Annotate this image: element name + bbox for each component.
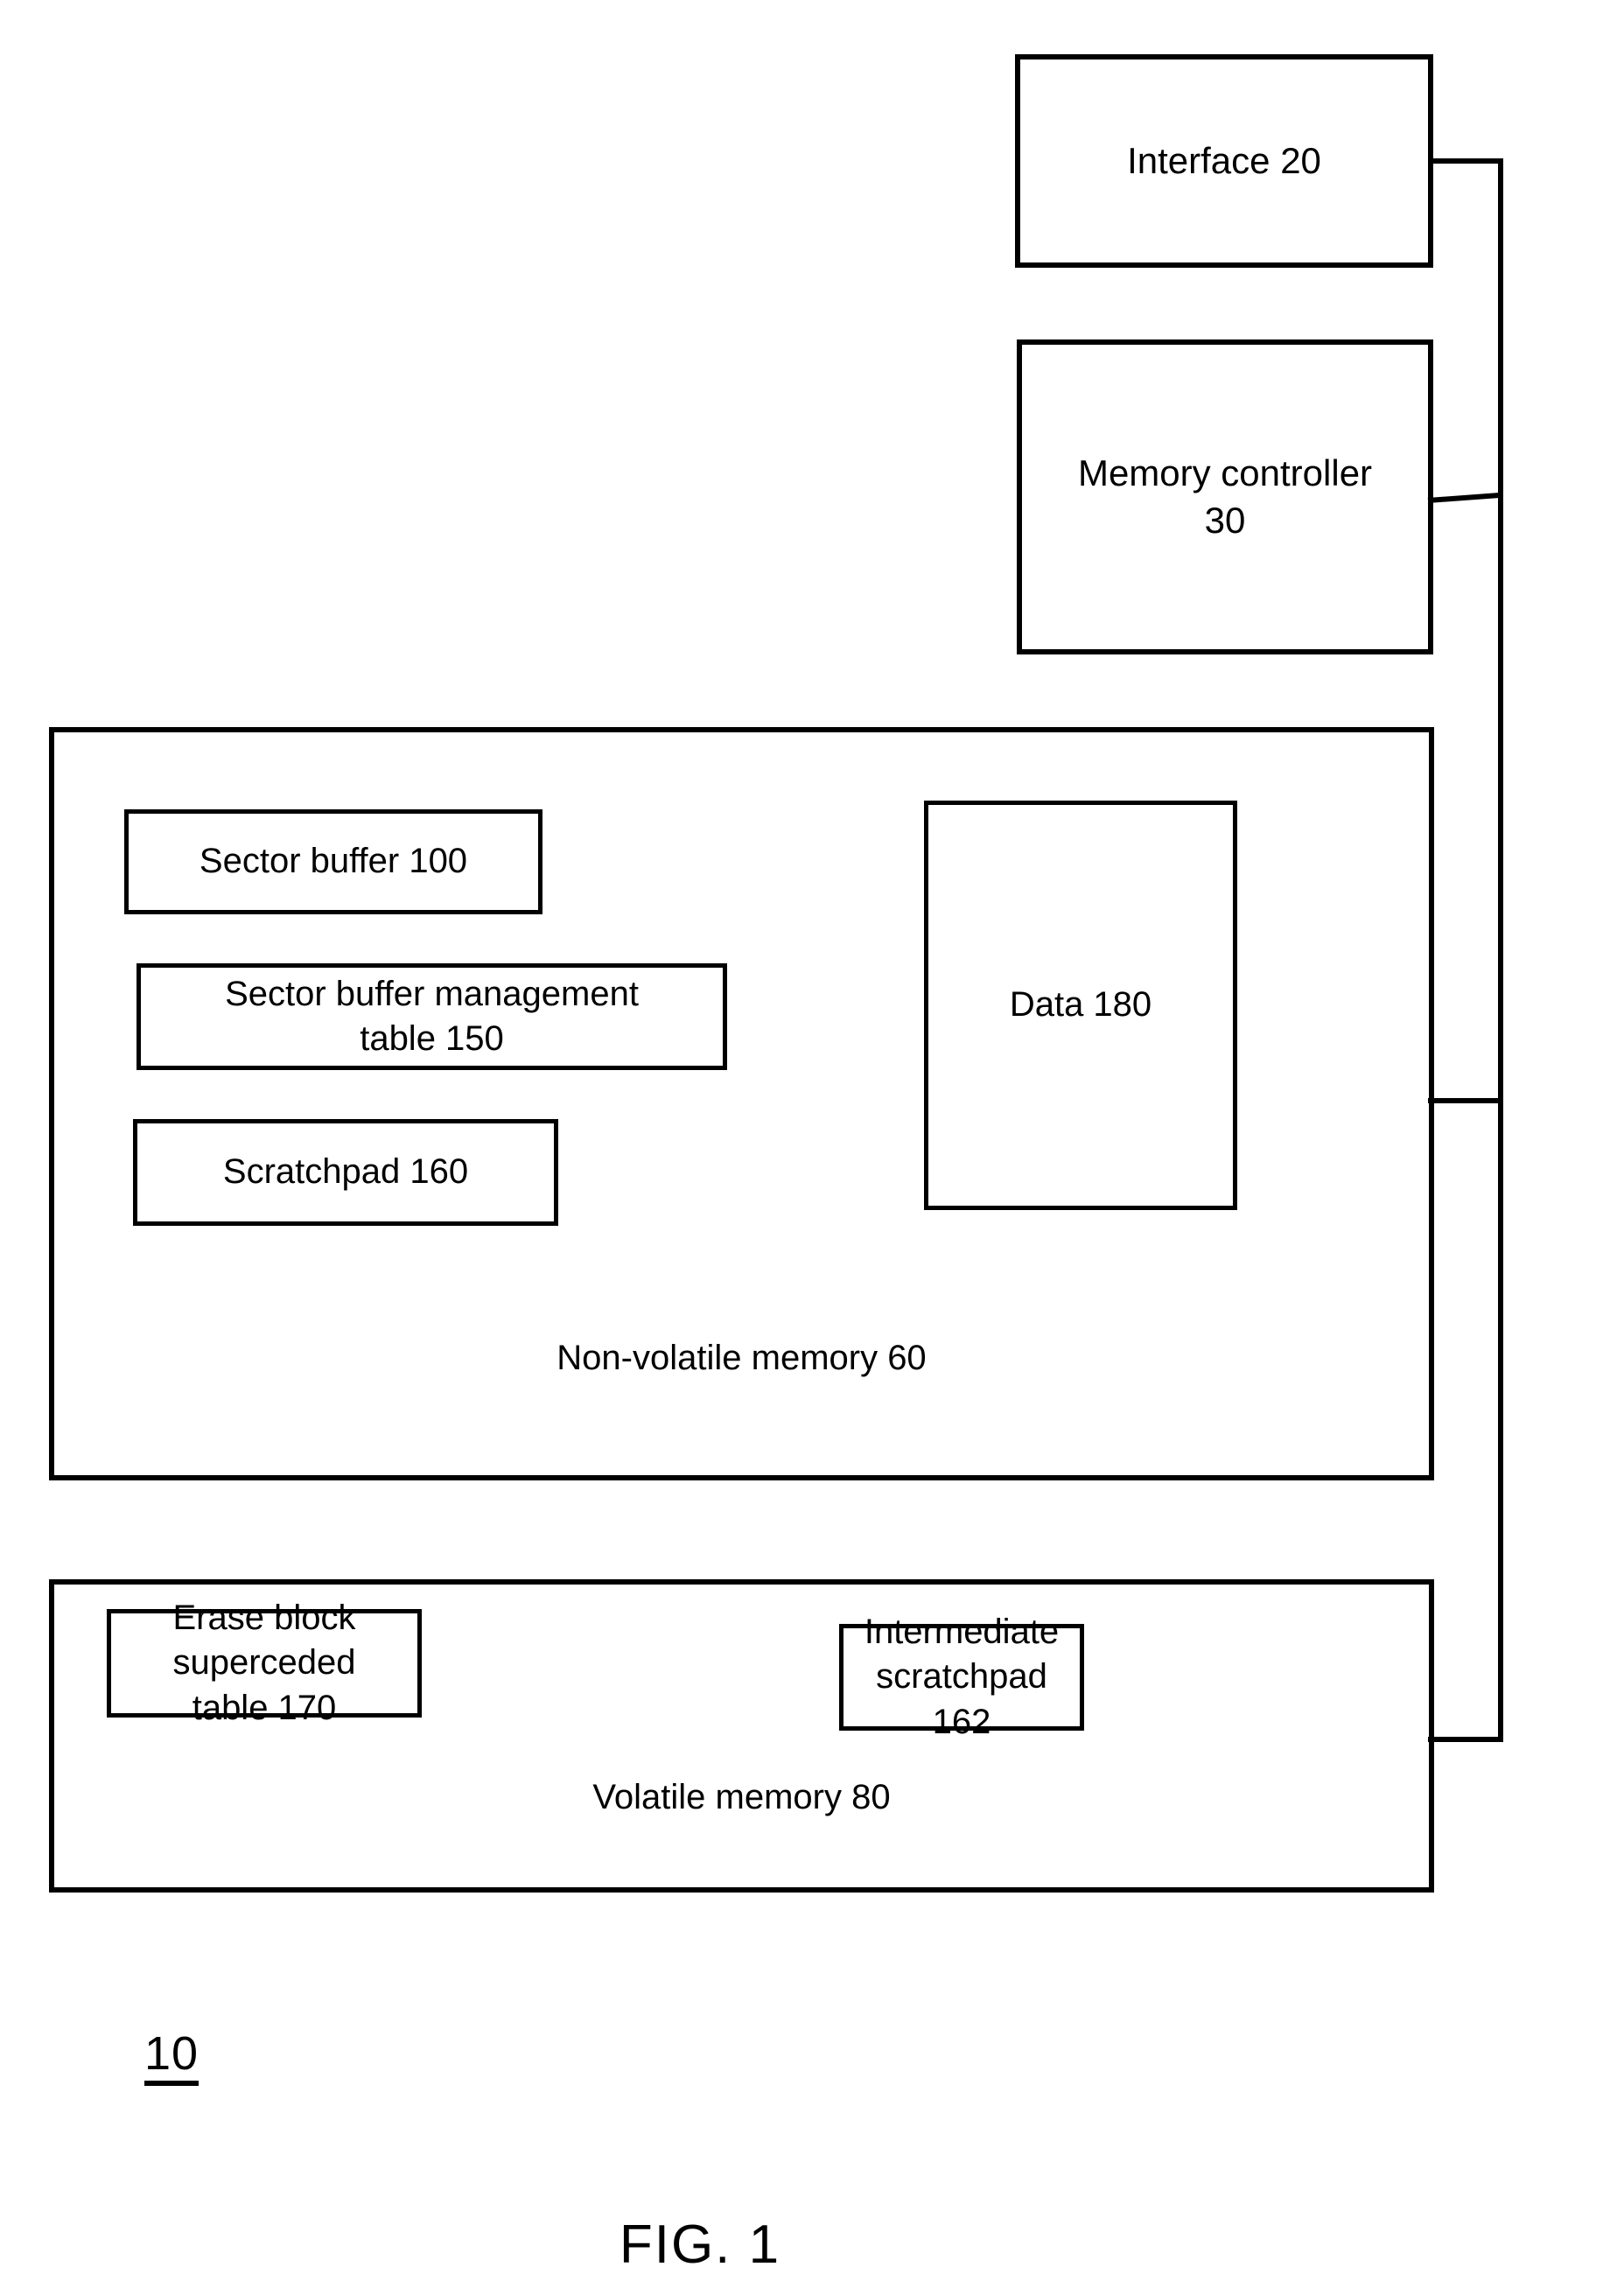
scratchpad-block-label: Scratchpad 160	[222, 1152, 469, 1192]
main-bus-line	[1498, 158, 1503, 1742]
interface-block-label: Interface 20	[1127, 140, 1321, 182]
volatile-memory-block-label: Volatile memory 80	[592, 1778, 891, 1816]
erase-block-superceded-table-block-label: Erase block superceded table 170	[172, 1599, 356, 1727]
non-volatile-memory-block-label: Non-volatile memory 60	[556, 1339, 927, 1377]
connector-volatile-memory-to-bus	[1428, 1737, 1503, 1742]
intermediate-scratchpad-block: Intermediate scratchpad 162	[839, 1613, 1084, 1741]
intermediate-scratchpad-block-label: Intermediate scratchpad 162	[864, 1613, 1060, 1741]
non-volatile-memory-block: Sector buffer 100 Sector buffer manageme…	[49, 727, 1434, 1480]
sector-buffer-block-label: Sector buffer 100	[199, 842, 468, 881]
connector-interface-to-bus	[1428, 158, 1503, 164]
patent-figure-1: Interface 20 Memory controller 30 Sector…	[0, 0, 1624, 2288]
volatile-memory-block: Erase block superceded table 170 Interme…	[49, 1579, 1434, 1893]
figure-caption: FIG. 1	[619, 2215, 781, 2275]
sector-buffer-block: Sector buffer 100	[124, 809, 542, 914]
sector-buffer-management-table-block-label: Sector buffer management table 150	[225, 974, 639, 1058]
erase-block-superceded-table-block: Erase block superceded table 170	[107, 1599, 422, 1727]
scratchpad-block: Scratchpad 160	[133, 1119, 558, 1226]
memory-controller-block-label: Memory controller 30	[1077, 452, 1373, 541]
data-block-label: Data 180	[1009, 985, 1152, 1025]
connector-memory-controller-to-bus	[1427, 493, 1500, 503]
connector-non-volatile-memory-to-bus	[1428, 1098, 1503, 1103]
interface-block: Interface 20	[1015, 54, 1433, 268]
data-block: Data 180	[924, 801, 1237, 1210]
sector-buffer-management-table-block: Sector buffer management table 150	[136, 963, 727, 1070]
system-reference-numeral: 10	[144, 2030, 200, 2086]
memory-controller-block: Memory controller 30	[1017, 339, 1433, 654]
